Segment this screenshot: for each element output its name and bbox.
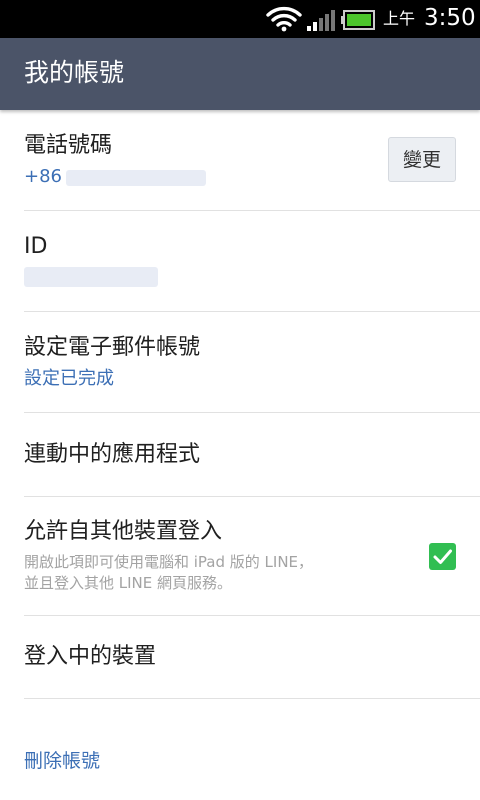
allow-login-checkbox[interactable] — [429, 543, 456, 570]
linked-apps-row[interactable]: 連動中的應用程式 — [0, 413, 480, 496]
redacted-phone-number — [66, 170, 206, 186]
allow-login-title: 允許自其他裝置登入 — [24, 519, 223, 544]
email-account-row[interactable]: 設定電子郵件帳號 設定已完成 — [0, 312, 480, 412]
logged-in-devices-title: 登入中的裝置 — [24, 644, 157, 669]
id-title: ID — [24, 234, 48, 259]
change-phone-button[interactable]: 變更 — [388, 137, 456, 182]
checkmark-icon — [433, 549, 452, 564]
divider — [24, 698, 480, 699]
delete-account-link[interactable]: 刪除帳號 — [24, 748, 100, 774]
email-status: 設定已完成 — [24, 368, 114, 389]
clock: 3:50 — [424, 5, 476, 31]
allow-login-row[interactable]: 允許自其他裝置登入 開啟此項即可使用電腦和 iPad 版的 LINE， 並且登入… — [0, 497, 480, 615]
redacted-id — [24, 267, 158, 287]
app-bar: 我的帳號 — [0, 38, 480, 110]
phone-number-title: 電話號碼 — [24, 133, 113, 158]
allow-login-description-line1: 開啟此項即可使用電腦和 iPad 版的 LINE， — [24, 553, 314, 571]
am-pm-label: 上午 — [383, 9, 416, 28]
logged-in-devices-row[interactable]: 登入中的裝置 — [0, 616, 480, 698]
allow-login-description-line2: 並且登入其他 LINE 網頁服務。 — [24, 574, 233, 592]
linked-apps-title: 連動中的應用程式 — [24, 442, 201, 467]
phone-number-value: +86 — [24, 166, 62, 187]
signal-icon — [307, 10, 335, 31]
wifi-icon — [266, 6, 302, 32]
battery-icon — [341, 10, 375, 30]
email-account-title: 設定電子郵件帳號 — [24, 335, 201, 360]
id-row: ID — [0, 211, 480, 311]
status-bar: 上午 3:50 — [0, 0, 480, 38]
page-title: 我的帳號 — [24, 58, 125, 87]
